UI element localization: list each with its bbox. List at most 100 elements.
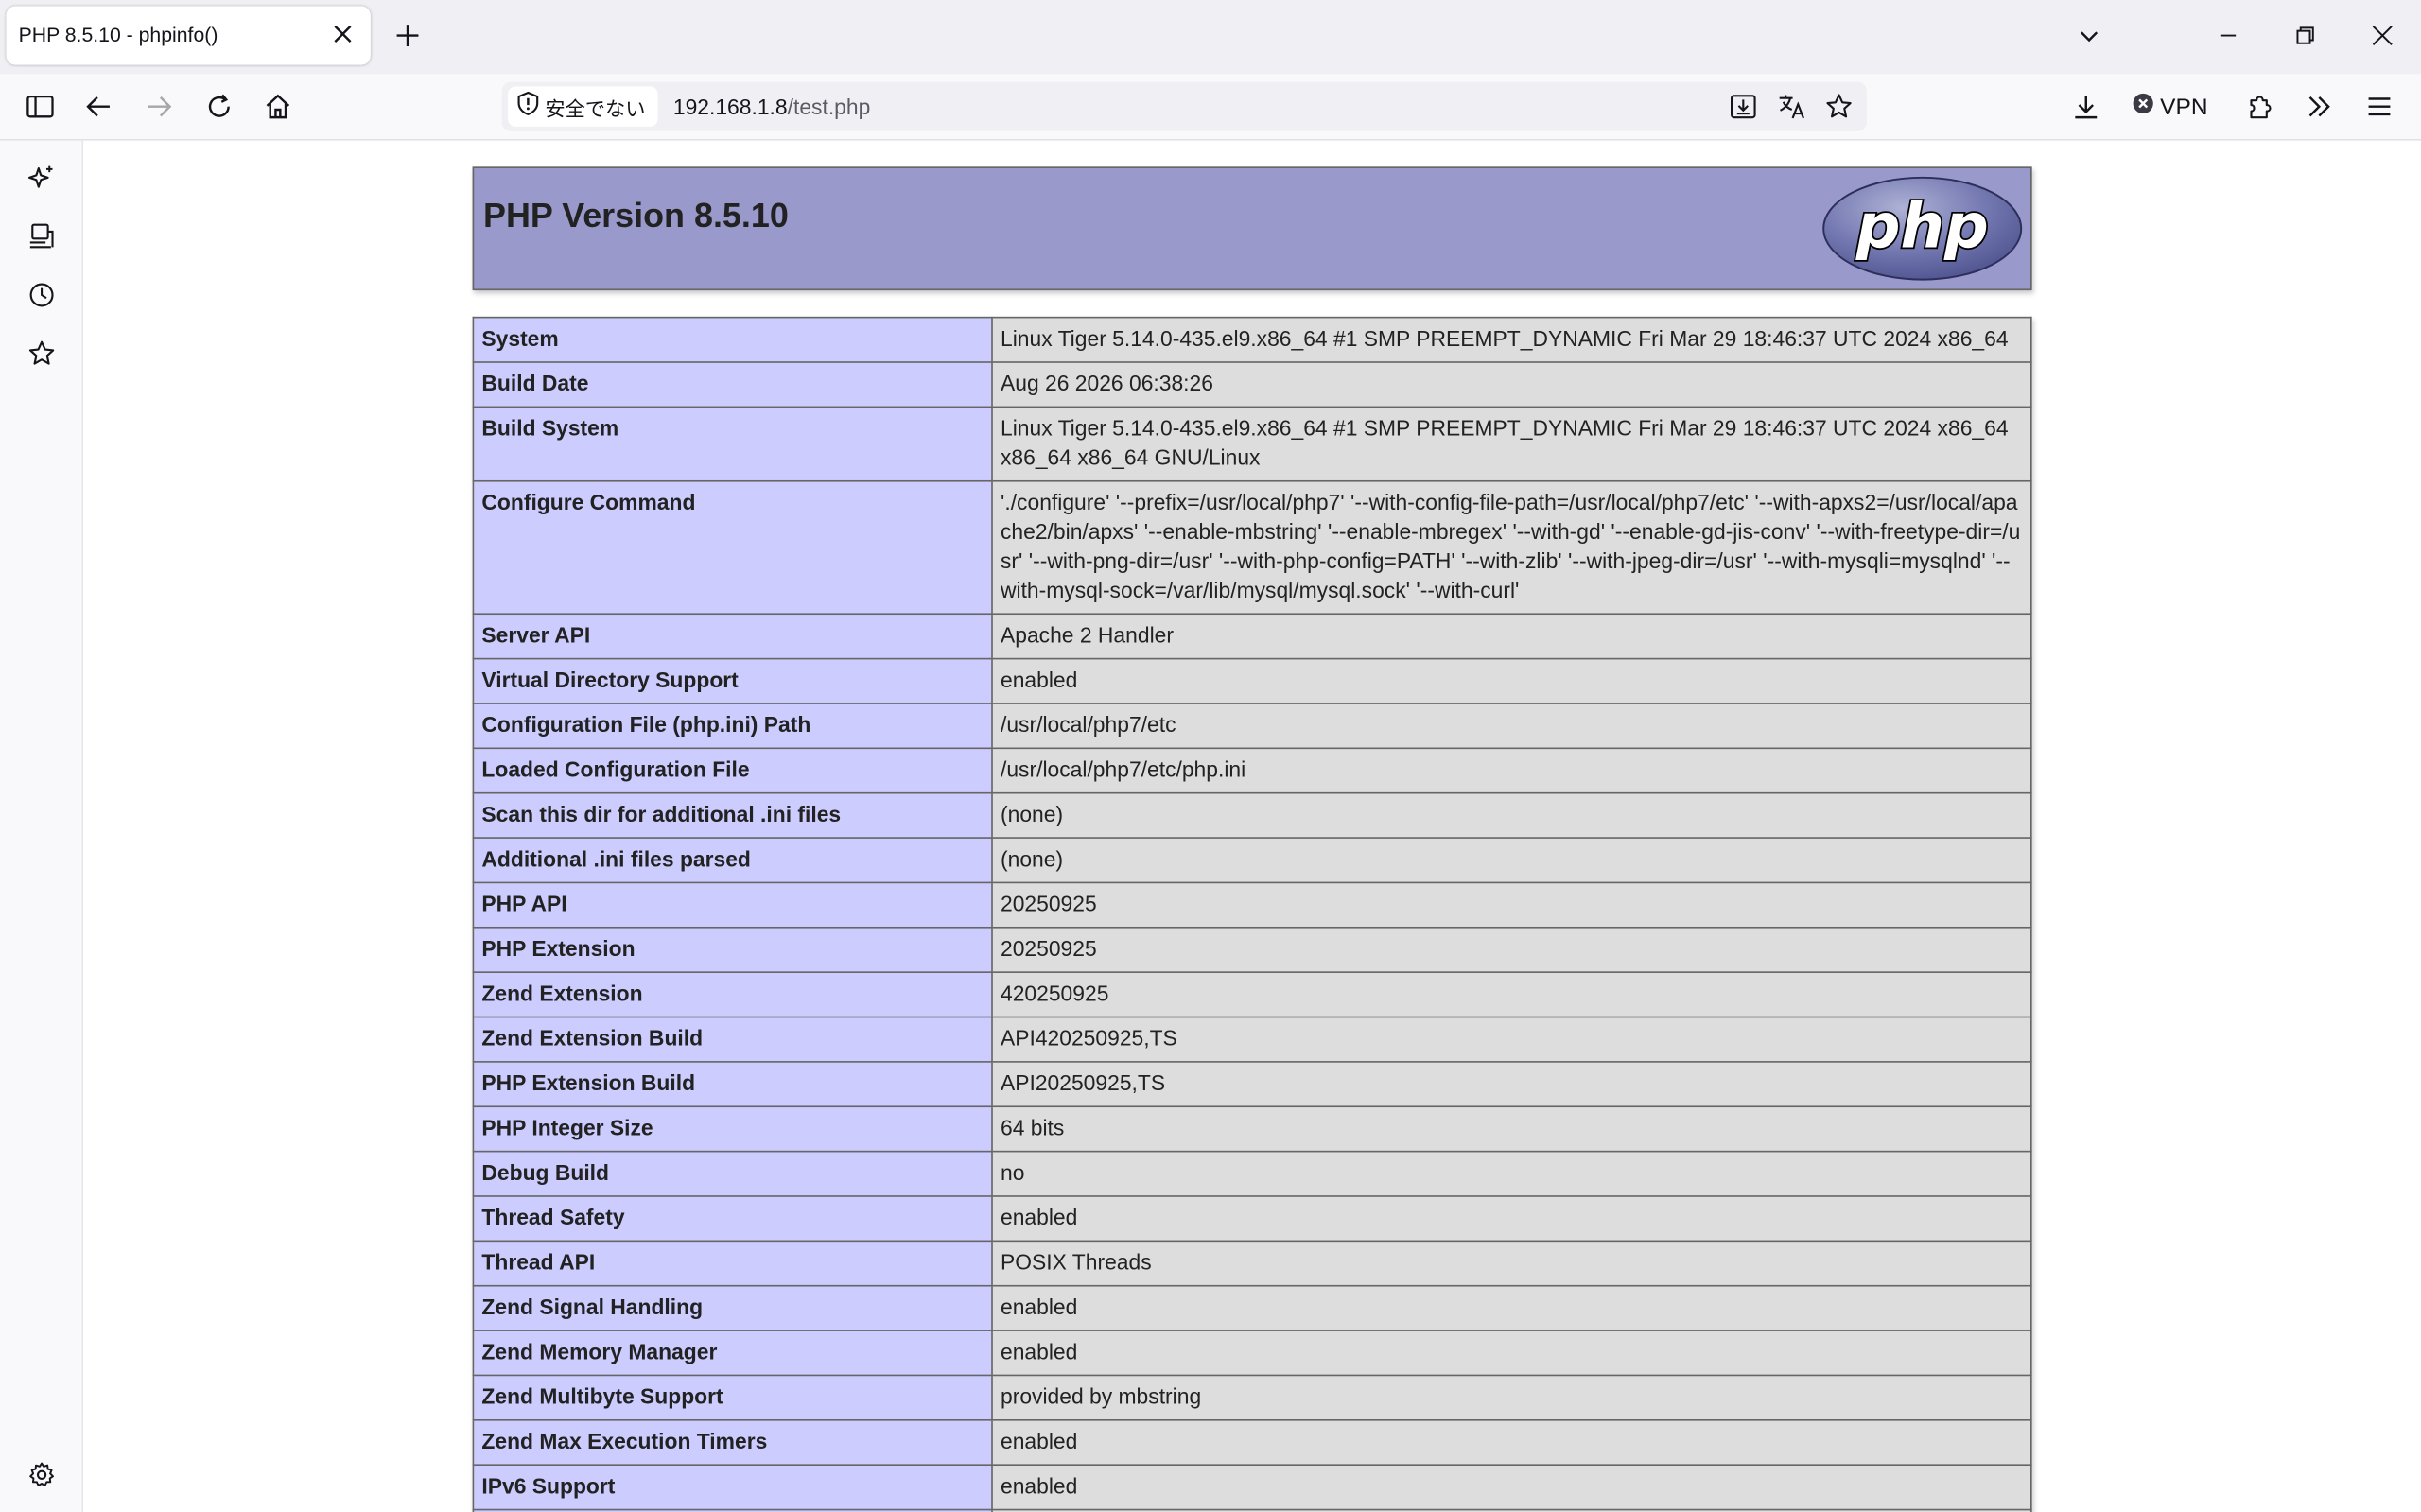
table-row: PHP Extension Build API20250925,TS bbox=[472, 1061, 2032, 1108]
translate-icon[interactable] bbox=[1774, 88, 1811, 125]
minimize-icon[interactable] bbox=[2209, 17, 2246, 54]
row-value: no bbox=[991, 1150, 2032, 1197]
vpn-off-icon bbox=[2133, 93, 2154, 120]
sidebar-toggle-icon[interactable] bbox=[20, 86, 60, 126]
extensions-puzzle-icon[interactable] bbox=[2240, 86, 2280, 126]
row-value: enabled bbox=[991, 1330, 2032, 1377]
address-bar[interactable]: 安全でない 192.168.1.8/test.php bbox=[501, 81, 1867, 131]
row-value: provided by mbstring bbox=[991, 1374, 2032, 1421]
restore-icon[interactable] bbox=[2287, 17, 2324, 54]
row-key: System bbox=[472, 316, 993, 363]
row-value: enabled bbox=[991, 1284, 2032, 1331]
row-key: Thread API bbox=[472, 1240, 993, 1287]
row-value: /usr/local/php7/etc/php.ini bbox=[991, 747, 2032, 794]
row-value: 20250925 bbox=[991, 926, 2032, 973]
sidebar bbox=[0, 140, 84, 1512]
downloads-icon[interactable] bbox=[2066, 86, 2106, 126]
table-row: Build System Linux Tiger 5.14.0-435.el9.x… bbox=[472, 406, 2032, 482]
row-key: Thread Safety bbox=[472, 1195, 993, 1243]
reload-icon[interactable] bbox=[200, 86, 239, 126]
row-key: Configuration File (php.ini) Path bbox=[472, 703, 993, 750]
table-row: Thread API POSIX Threads bbox=[472, 1240, 2032, 1287]
row-key: Zend Multibyte Support bbox=[472, 1374, 993, 1421]
php-logo-text: php bbox=[1855, 190, 1989, 262]
bookmarks-star-icon[interactable] bbox=[22, 334, 61, 374]
history-clock-icon[interactable] bbox=[22, 275, 61, 315]
table-row: Configuration File (php.ini) Path/usr/lo… bbox=[472, 703, 2032, 750]
row-key: Zend Max Execution Timers bbox=[472, 1419, 993, 1467]
navigation-toolbar: 安全でない 192.168.1.8/test.php VPN bbox=[0, 74, 2421, 141]
info-table: System Linux Tiger 5.14.0-435.el9.x86_64 … bbox=[472, 316, 2032, 1512]
row-value: Aug 26 2026 06:38:26 bbox=[991, 361, 2032, 408]
tab-title: PHP 8.5.10 - phpinfo() bbox=[18, 23, 218, 46]
table-row: Zend Memory Manager enabled bbox=[472, 1330, 2032, 1377]
vpn-label: VPN bbox=[2160, 93, 2208, 120]
security-indicator[interactable]: 安全でない bbox=[508, 86, 658, 127]
install-app-icon[interactable] bbox=[1725, 88, 1762, 125]
row-value: POSIX Threads bbox=[991, 1240, 2032, 1287]
close-tab-icon[interactable] bbox=[327, 19, 358, 50]
row-key: PHP Integer Size bbox=[472, 1105, 993, 1153]
table-row: PHP Integer Size 64 bits bbox=[472, 1105, 2032, 1153]
row-key: PHP API bbox=[472, 881, 993, 929]
url-host: 192.168.1.8 bbox=[672, 94, 788, 119]
row-value: Linux Tiger 5.14.0-435.el9.x86_64 #1 SMP… bbox=[991, 316, 2032, 363]
new-tab-icon[interactable] bbox=[391, 19, 425, 53]
row-value: enabled bbox=[991, 657, 2032, 704]
tab-phpinfo[interactable]: PHP 8.5.10 - phpinfo() bbox=[6, 6, 371, 65]
row-key: Loaded Configuration File bbox=[472, 747, 993, 794]
table-row: Virtual Directory Support enabled bbox=[472, 657, 2032, 704]
url-path: /test.php bbox=[787, 94, 871, 119]
row-value: enabled bbox=[991, 1464, 2032, 1511]
close-window-icon[interactable] bbox=[2364, 17, 2401, 54]
row-value: /usr/local/php7/etc bbox=[991, 703, 2032, 750]
table-row: Build Date Aug 26 2026 06:38:26 bbox=[472, 361, 2032, 408]
row-value: 64 bits bbox=[991, 1105, 2032, 1153]
row-key: Virtual Directory Support bbox=[472, 657, 993, 704]
overflow-chevrons-icon[interactable] bbox=[2299, 86, 2339, 126]
table-row: System Linux Tiger 5.14.0-435.el9.x86_64 … bbox=[472, 316, 2032, 363]
row-key: IPv6 Support bbox=[472, 1464, 993, 1511]
phpinfo-header: PHP Version 8.5.10 php bbox=[472, 166, 2032, 291]
forward-arrow-icon[interactable] bbox=[139, 86, 179, 126]
row-value: API420250925,TS bbox=[991, 1016, 2032, 1063]
row-key: Zend Extension bbox=[472, 971, 993, 1018]
table-row: Zend Max Execution Timers enabled bbox=[472, 1419, 2032, 1467]
table-row: IPv6 Support enabled bbox=[472, 1464, 2032, 1511]
vpn-button[interactable]: VPN bbox=[2133, 90, 2208, 124]
row-key: Zend Memory Manager bbox=[472, 1330, 993, 1377]
row-key: Additional .ini files parsed bbox=[472, 837, 993, 884]
settings-gear-icon[interactable] bbox=[22, 1455, 61, 1495]
ai-chatbot-sparkle-icon[interactable] bbox=[22, 158, 61, 198]
row-key: PHP Extension Build bbox=[472, 1061, 993, 1108]
table-row: Thread Safety enabled bbox=[472, 1195, 2032, 1243]
row-key: Zend Signal Handling bbox=[472, 1284, 993, 1331]
browser-window: PHP 8.5.10 - phpinfo() 安全でない 192.168.1.8… bbox=[0, 0, 2421, 1512]
row-value: './configure' '--prefix=/usr/local/php7'… bbox=[991, 479, 2032, 616]
url-text[interactable]: 192.168.1.8/test.php bbox=[673, 95, 870, 119]
row-key: Debug Build bbox=[472, 1150, 993, 1197]
row-value: (none) bbox=[991, 791, 2032, 839]
bookmark-star-icon[interactable] bbox=[1820, 88, 1857, 125]
back-arrow-icon[interactable] bbox=[78, 86, 118, 126]
menu-hamburger-icon[interactable] bbox=[2360, 86, 2399, 126]
row-key: Configure Command bbox=[472, 479, 993, 616]
tab-strip: PHP 8.5.10 - phpinfo() bbox=[0, 0, 2421, 75]
row-key: Scan this dir for additional .ini files bbox=[472, 791, 993, 839]
synced-tabs-icon[interactable] bbox=[22, 217, 61, 256]
shield-warning-icon bbox=[517, 91, 539, 122]
list-tabs-chevron-down-icon[interactable] bbox=[2070, 17, 2107, 54]
row-key: Zend Extension Build bbox=[472, 1016, 993, 1063]
page-content: PHP Version 8.5.10 php System Linux Tiger… bbox=[83, 140, 2421, 1512]
row-key: Build System bbox=[472, 406, 993, 482]
table-row: PHP Extension 20250925 bbox=[472, 926, 2032, 973]
phpinfo-container: PHP Version 8.5.10 php System Linux Tiger… bbox=[472, 166, 2032, 1512]
row-value: API20250925,TS bbox=[991, 1061, 2032, 1108]
php-logo[interactable]: php bbox=[1820, 175, 2025, 283]
row-value: (none) bbox=[991, 837, 2032, 884]
row-key: Server API bbox=[472, 613, 993, 660]
row-value: enabled bbox=[991, 1195, 2032, 1243]
row-value: 20250925 bbox=[991, 881, 2032, 929]
table-row: Configure Command './configure' '--prefix… bbox=[472, 479, 2032, 616]
home-icon[interactable] bbox=[258, 86, 298, 126]
